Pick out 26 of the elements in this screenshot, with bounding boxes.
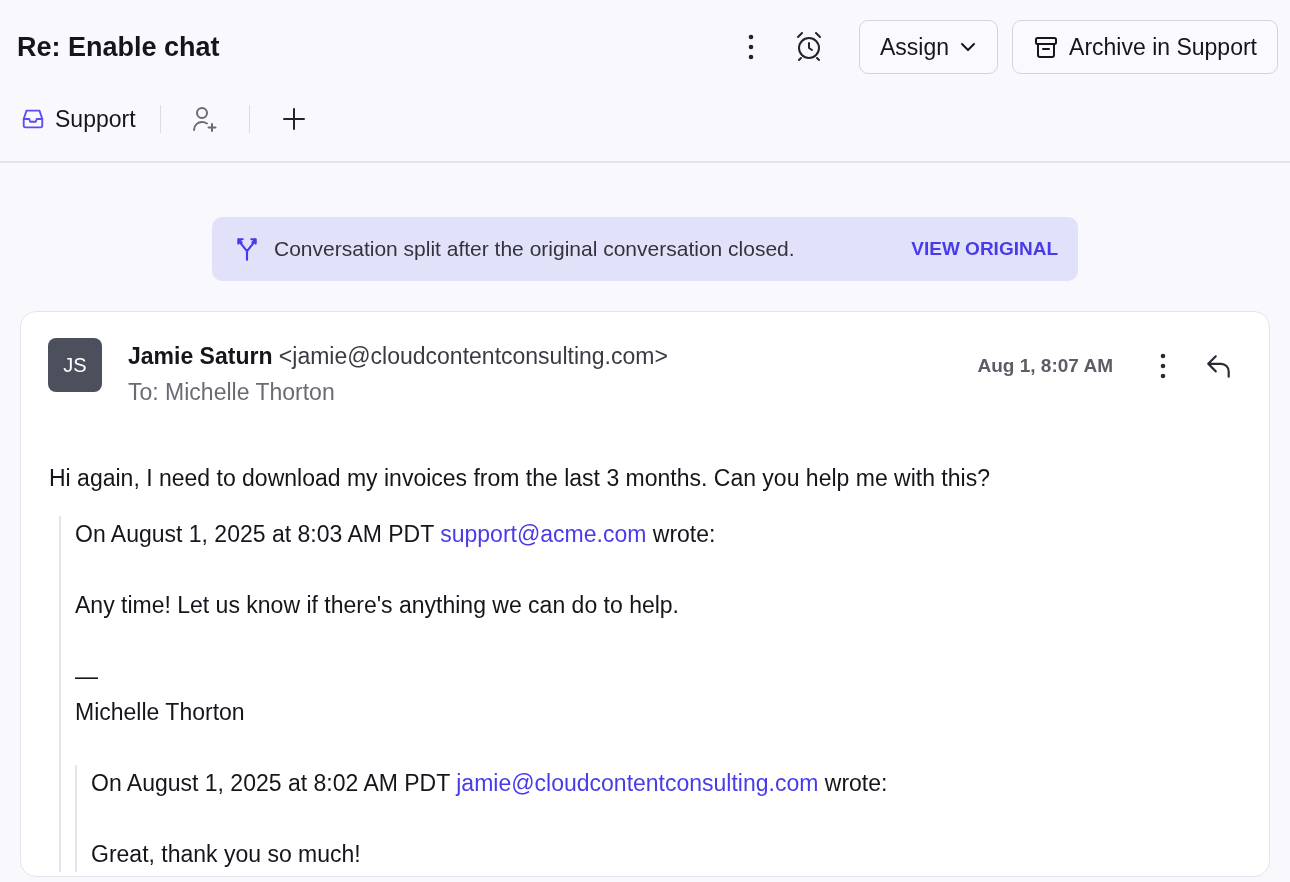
sender-email: <jamie@cloudcontentconsulting.com> [278, 343, 668, 369]
archive-box-icon [1033, 34, 1060, 60]
email-link[interactable]: jamie@cloudcontentconsulting.com [456, 770, 819, 796]
quote-header-text: On August 1, 2025 at 8:03 AM PDT support@acme.com wrote: [75, 520, 717, 549]
inbox-tag[interactable]: Support [17, 105, 138, 133]
vertical-dots-icon [1160, 353, 1166, 379]
message-body-text: Hi again, I need to download my invoices from the last 3 months. Can you help me with this? [48, 464, 991, 493]
view-original-link[interactable]: VIEW ORIGINAL [911, 238, 1058, 260]
plus-icon [281, 107, 306, 131]
quoted-text: — Michelle Thorton [75, 662, 246, 727]
split-arrows-icon [234, 235, 260, 263]
quoted-text: Great, thank you so much! [91, 840, 362, 869]
reply-arrow-icon [1205, 352, 1233, 380]
person-plus-icon [190, 105, 219, 133]
quoted-text: Any time! Let us know if there's anything we can do to help. [75, 591, 680, 620]
archive-button[interactable]: Archive in Support [1012, 20, 1278, 74]
assign-button[interactable]: Assign [859, 20, 999, 74]
split-notice-text: Conversation split after the original conversation closed. [274, 237, 796, 261]
quote-header-text: On August 1, 2025 at 8:02 AM PDT jamie@cloudcontentconsulting.com wrote: [91, 769, 889, 798]
message-time: Aug 1, 8:07 AM [977, 355, 1113, 377]
email-link[interactable]: support@acme.com [440, 521, 647, 547]
recipient-text: To: Michelle Thorton [128, 378, 336, 407]
sender-name: Jamie Saturn [128, 343, 273, 369]
vertical-dots-icon [748, 34, 754, 60]
conversation-title: Re: Enable chat [17, 31, 221, 63]
avatar: JS [48, 338, 102, 392]
